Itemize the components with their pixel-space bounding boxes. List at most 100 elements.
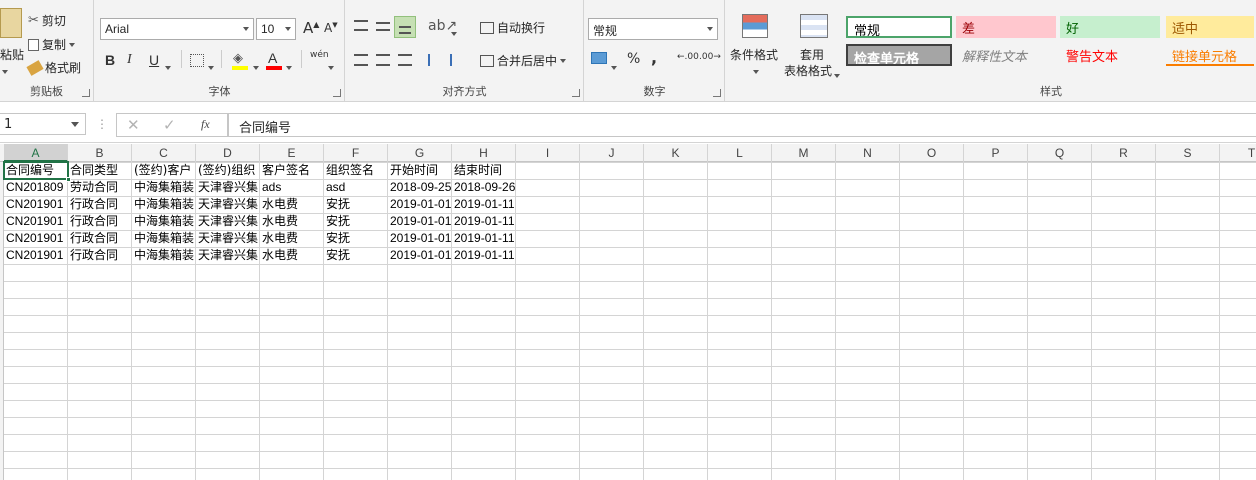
column-header-a[interactable]: A [4, 144, 68, 162]
column-header-o[interactable]: O [900, 144, 964, 162]
cell-c4[interactable]: 中海集箱装 [132, 213, 196, 230]
italic-button[interactable]: I [127, 52, 132, 68]
cell-f1[interactable]: 组织签名 [324, 162, 388, 179]
cell-style-item[interactable]: 适中 [1166, 16, 1254, 38]
cell-style-item[interactable]: 常规 [846, 16, 952, 38]
cell-h1[interactable]: 结束时间 [452, 162, 516, 179]
column-header-m[interactable]: M [772, 144, 836, 162]
cell-d1[interactable]: (签约)组织 [196, 162, 260, 179]
cell-style-item[interactable]: 解释性文本 [956, 44, 1056, 66]
cell-e6[interactable]: 水电费 [260, 247, 324, 264]
format-as-table-button[interactable]: 表格格式 [784, 62, 832, 79]
cell-c6[interactable]: 中海集箱装 [132, 247, 196, 264]
cell-g6[interactable]: 2019-01-01 [388, 247, 452, 264]
column-header-s[interactable]: S [1156, 144, 1220, 162]
column-header-b[interactable]: B [68, 144, 132, 162]
cell-g1[interactable]: 开始时间 [388, 162, 452, 179]
cell-d5[interactable]: 天津睿兴集 [196, 230, 260, 247]
currency-icon[interactable] [591, 52, 607, 64]
align-right-icon[interactable] [398, 54, 412, 66]
merge-center-button[interactable]: 合并后居中 [480, 52, 567, 69]
cell-h5[interactable]: 2019-01-11 [452, 230, 516, 247]
cell-style-item[interactable]: 差 [956, 16, 1056, 38]
cell-d4[interactable]: 天津睿兴集 [196, 213, 260, 230]
paste-dropdown-icon[interactable] [2, 64, 8, 78]
conditional-format-dropdown-icon[interactable] [753, 64, 759, 78]
paste-button[interactable]: 粘贴 [0, 46, 24, 63]
copy-button[interactable]: 复制 [28, 36, 76, 53]
decrease-decimal-icon[interactable]: .00→ [699, 52, 721, 62]
bold-button[interactable]: B [105, 52, 115, 68]
phonetic-icon[interactable]: wén [310, 50, 329, 60]
conditional-format-button[interactable]: 条件格式 [730, 46, 778, 63]
cell-h4[interactable]: 2019-01-11 [452, 213, 516, 230]
cell-e2[interactable]: ads [260, 179, 324, 196]
conditional-format-icon[interactable] [742, 14, 768, 38]
format-as-table-label-1[interactable]: 套用 [800, 46, 824, 63]
align-top-icon[interactable] [354, 20, 368, 31]
format-as-table-dropdown-icon[interactable] [834, 68, 840, 82]
align-middle-icon[interactable] [376, 22, 390, 31]
decrease-font-icon[interactable]: A▼ [324, 21, 338, 35]
cell-style-item[interactable]: 警告文本 [1060, 44, 1160, 66]
fill-handle[interactable] [66, 177, 71, 182]
cell-c1[interactable]: (签约)客户 [132, 162, 196, 179]
font-name-select[interactable]: Arial [100, 18, 254, 40]
cell-b5[interactable]: 行政合同 [68, 230, 132, 247]
name-box-dropdown-icon[interactable] [71, 122, 79, 127]
fill-color-icon[interactable]: ◈ [233, 51, 243, 66]
phonetic-dropdown-icon[interactable] [328, 60, 334, 74]
cell-a5[interactable]: CN201901 [4, 230, 68, 247]
cell-c2[interactable]: 中海集箱装 [132, 179, 196, 196]
borders-icon[interactable] [190, 54, 204, 67]
cell-b4[interactable]: 行政合同 [68, 213, 132, 230]
cut-button[interactable]: ✂ 剪切 [28, 12, 66, 29]
cell-b6[interactable]: 行政合同 [68, 247, 132, 264]
more-options-icon[interactable]: ⋮ [96, 117, 108, 131]
font-color-dropdown-icon[interactable] [286, 60, 292, 74]
insert-function-icon[interactable]: fx [201, 117, 210, 132]
percent-button[interactable]: % [627, 51, 640, 67]
column-header-g[interactable]: G [388, 144, 452, 162]
cell-f5[interactable]: 安抚 [324, 230, 388, 247]
orientation-dropdown-icon[interactable] [451, 26, 457, 40]
column-header-n[interactable]: N [836, 144, 900, 162]
cell-e1[interactable]: 客户签名 [260, 162, 324, 179]
cell-a4[interactable]: CN201901 [4, 213, 68, 230]
borders-dropdown-icon[interactable] [208, 60, 214, 74]
column-header-c[interactable]: C [132, 144, 196, 162]
column-header-e[interactable]: E [260, 144, 324, 162]
cell-a3[interactable]: CN201901 [4, 196, 68, 213]
cell-g3[interactable]: 2019-01-01 [388, 196, 452, 213]
font-size-select[interactable]: 10 [256, 18, 296, 40]
cell-c5[interactable]: 中海集箱装 [132, 230, 196, 247]
cell-h3[interactable]: 2019-01-11 [452, 196, 516, 213]
column-header-t[interactable]: T [1220, 144, 1256, 162]
column-header-j[interactable]: J [580, 144, 644, 162]
cell-c3[interactable]: 中海集箱装 [132, 196, 196, 213]
increase-indent-icon[interactable] [450, 54, 464, 66]
number-format-select[interactable]: 常规 [588, 18, 718, 40]
cell-b2[interactable]: 劳动合同 [68, 179, 132, 196]
align-bottom-button[interactable] [394, 16, 416, 38]
enter-icon[interactable]: ✓ [163, 116, 176, 134]
formula-input[interactable]: 合同编号 [228, 113, 1256, 137]
cell-g4[interactable]: 2019-01-01 [388, 213, 452, 230]
font-launcher-icon[interactable] [333, 89, 341, 97]
column-header-q[interactable]: Q [1028, 144, 1092, 162]
cancel-icon[interactable]: ✕ [127, 116, 140, 134]
comma-button[interactable]: , [651, 48, 657, 67]
column-header-f[interactable]: F [324, 144, 388, 162]
align-left-icon[interactable] [354, 54, 368, 66]
cell-g2[interactable]: 2018-09-25 [388, 179, 452, 196]
cell-e3[interactable]: 水电费 [260, 196, 324, 213]
cell-style-item[interactable]: 链接单元格 [1166, 44, 1254, 66]
currency-dropdown-icon[interactable] [611, 60, 617, 74]
alignment-launcher-icon[interactable] [572, 89, 580, 97]
increase-font-icon[interactable]: A▲ [303, 19, 319, 37]
cell-f3[interactable]: 安抚 [324, 196, 388, 213]
cell-h6[interactable]: 2019-01-11 [452, 247, 516, 264]
column-header-p[interactable]: P [964, 144, 1028, 162]
paste-icon[interactable] [0, 8, 22, 38]
wrap-text-button[interactable]: 自动换行 [480, 19, 545, 36]
